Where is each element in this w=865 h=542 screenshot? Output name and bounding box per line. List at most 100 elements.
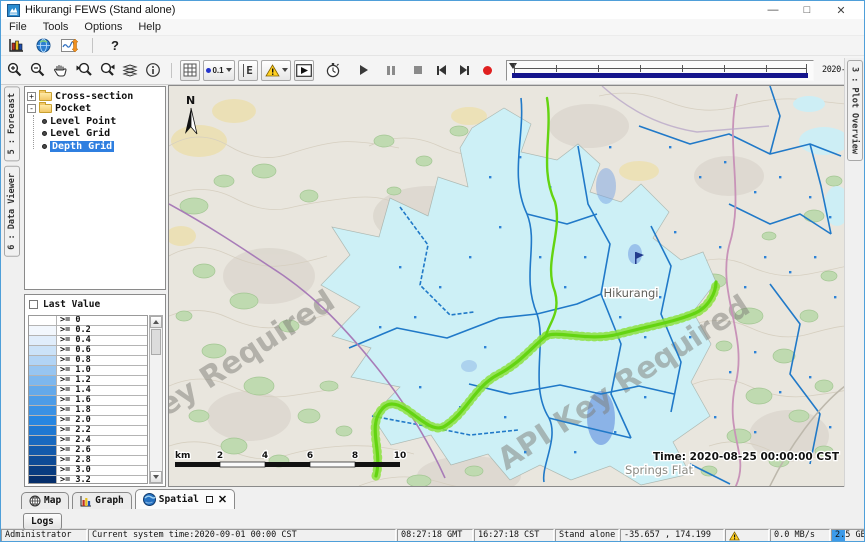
status-mode: Stand alone — [555, 529, 619, 542]
play-button[interactable] — [354, 60, 374, 80]
info-icon[interactable] — [143, 60, 163, 80]
close-button[interactable]: ✕ — [824, 4, 858, 17]
step-forward-icon — [460, 65, 469, 75]
tree-item-cross-section[interactable]: + Cross-section — [27, 90, 163, 103]
pan-hand-icon[interactable] — [51, 60, 71, 80]
status-warning-cell[interactable] — [725, 529, 769, 542]
zoom-next-icon[interactable] — [97, 60, 117, 80]
movie-timer-icon[interactable] — [323, 60, 343, 80]
checkbox-label: Last Value — [43, 299, 100, 310]
maximize-button[interactable]: □ — [790, 4, 824, 17]
tree-item-pocket[interactable]: - Pocket — [27, 103, 163, 116]
svg-text:4: 4 — [262, 451, 268, 461]
globe-grid-icon — [29, 495, 41, 507]
legend-swatch — [29, 476, 57, 484]
status-local-time: 16:27:18 CST — [474, 529, 554, 542]
window-controls: — □ ✕ — [756, 4, 858, 17]
right-tab-strip: 3 : Plot Overview — [844, 58, 864, 487]
place-label-springs-flat: Springs Flat — [625, 463, 694, 477]
menu-bar: File Tools Options Help — [1, 19, 864, 36]
menu-file[interactable]: File — [1, 21, 35, 33]
minimize-button[interactable]: — — [756, 4, 790, 17]
scroll-thumb[interactable] — [151, 329, 161, 355]
grid-display-button[interactable] — [180, 60, 200, 81]
tab-spatial[interactable]: Spatial ✕ — [135, 489, 235, 509]
step-back-button[interactable] — [431, 60, 451, 80]
bar-chart-icon — [80, 495, 92, 507]
legend-toggle-button[interactable]: E — [238, 60, 258, 81]
last-value-option[interactable]: Last Value — [27, 297, 163, 312]
expand-icon[interactable]: + — [27, 92, 36, 101]
menu-tools[interactable]: Tools — [35, 21, 77, 33]
main-toolbar: ? — [1, 36, 864, 56]
step-back-icon — [437, 65, 446, 75]
place-label-hikurangi: Hikurangi — [604, 286, 659, 300]
tree-item-level-grid[interactable]: Level Grid — [27, 128, 163, 141]
legend-swatch — [29, 326, 57, 335]
tree-item-level-point[interactable]: Level Point — [27, 115, 163, 128]
logs-button[interactable]: Logs — [23, 513, 62, 530]
chevron-down-icon — [282, 68, 288, 72]
layers-icon[interactable] — [120, 60, 140, 80]
globe-explorer-icon[interactable] — [33, 36, 53, 56]
svg-text:6: 6 — [307, 451, 313, 461]
legend-swatch — [29, 356, 57, 365]
scroll-up-icon[interactable] — [150, 316, 162, 328]
toolbar-separator — [92, 38, 93, 53]
record-button[interactable] — [477, 60, 497, 80]
tab-data-viewer[interactable]: 6 : Data Viewer — [4, 166, 20, 257]
tab-plot-overview[interactable]: 3 : Plot Overview — [847, 60, 863, 161]
step-forward-button[interactable] — [454, 60, 474, 80]
bullet-icon — [42, 131, 47, 136]
status-bar: Administrator Current system time:2020-0… — [1, 529, 864, 542]
legend-swatch — [29, 466, 57, 475]
interval-dropdown[interactable]: 0.1 — [203, 60, 235, 81]
tree-item-depth-grid[interactable]: Depth Grid — [27, 140, 163, 153]
scroll-down-icon[interactable] — [150, 471, 162, 483]
time-slider[interactable] — [506, 60, 814, 81]
zoom-in-icon[interactable] — [5, 60, 25, 80]
tab-forecast[interactable]: 5 : Forecast — [4, 86, 20, 161]
legend-swatch — [29, 406, 57, 415]
thresholds-warning-button[interactable] — [261, 60, 291, 81]
zoom-previous-icon[interactable] — [74, 60, 94, 80]
logs-row: Logs — [1, 509, 864, 529]
tab-close-icon[interactable]: ✕ — [218, 493, 227, 506]
chevron-down-icon — [226, 68, 232, 72]
tree-item-label: Cross-section — [55, 91, 133, 102]
svg-text:km: km — [175, 451, 190, 461]
tab-map[interactable]: Map — [21, 492, 69, 509]
legend-swatch — [29, 436, 57, 445]
application-window: Hikurangi FEWS (Stand alone) — □ ✕ File … — [0, 0, 865, 542]
status-system-time: Current system time:2020-09-01 00:00 CST — [88, 529, 396, 542]
menu-help[interactable]: Help — [130, 21, 169, 33]
tab-graph[interactable]: Graph — [72, 492, 132, 509]
animation-panel-button[interactable] — [294, 60, 314, 81]
help-button[interactable]: ? — [105, 36, 125, 56]
filter-tree: + Cross-section - Pocket Level Point Lev… — [24, 86, 166, 290]
tab-restore-icon[interactable] — [206, 496, 213, 503]
map-canvas: API Key Required API Key Required — [169, 86, 846, 487]
record-icon — [483, 66, 492, 75]
legend-swatch — [29, 386, 57, 395]
spatial-display-icon[interactable] — [60, 36, 80, 56]
zoom-out-icon[interactable] — [28, 60, 48, 80]
folder-icon — [39, 104, 52, 113]
checkbox-icon[interactable] — [29, 300, 38, 309]
left-tab-strip: 5 : Forecast 6 : Data Viewer — [1, 85, 23, 487]
app-logo-icon — [7, 4, 20, 17]
database-chart-icon[interactable] — [6, 36, 26, 56]
legend-swatch — [29, 346, 57, 355]
map-toolbar: 0.1 E — [1, 56, 864, 85]
map-view[interactable]: API Key Required API Key Required — [168, 85, 846, 487]
legend-scrollbar[interactable] — [149, 315, 163, 484]
collapse-icon[interactable]: - — [27, 104, 36, 113]
menu-options[interactable]: Options — [76, 21, 130, 33]
map-time-label: Time: 2020-08-25 00:00:00 CST — [653, 451, 840, 463]
bullet-icon — [42, 144, 47, 149]
left-panel: + Cross-section - Pocket Level Point Lev… — [23, 85, 168, 487]
stop-button[interactable] — [408, 60, 428, 80]
status-gmt-time: 08:27:18 GMT — [397, 529, 473, 542]
legend-swatch — [29, 336, 57, 345]
pause-button[interactable] — [381, 60, 401, 80]
